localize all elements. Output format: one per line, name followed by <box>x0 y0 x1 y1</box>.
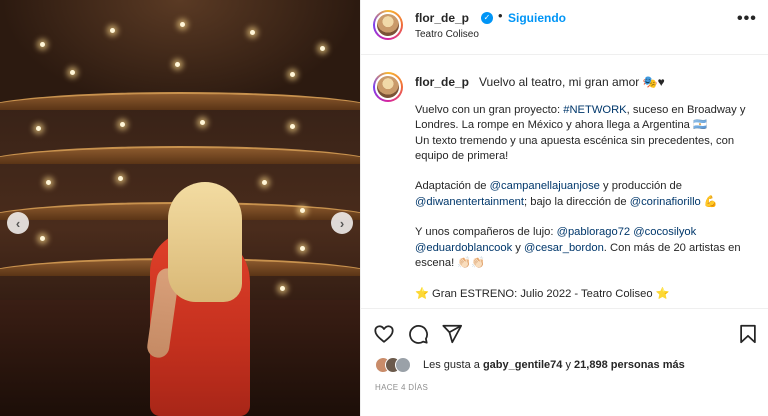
post-actions: Les gusta a gaby_gentile74 y 21,898 pers… <box>361 308 768 408</box>
username-link[interactable]: flor_de_p <box>415 11 469 25</box>
hashtag-link[interactable]: #NETWORK <box>563 104 626 116</box>
bookmark-icon[interactable] <box>737 323 759 345</box>
avatar[interactable] <box>395 357 411 373</box>
ceiling-light <box>290 72 295 77</box>
mention-link[interactable]: @cocosilyok <box>633 226 696 238</box>
mention-link[interactable]: @pablorago72 <box>557 226 631 238</box>
balcony-light <box>300 208 305 213</box>
caption-body: Vuelvo con un gran proyecto: #NETWORK, s… <box>415 103 755 302</box>
more-options-icon[interactable]: ••• <box>737 10 757 28</box>
mention-link[interactable]: @diwanentertainment <box>415 196 524 208</box>
post-photo[interactable]: ‹ › <box>0 0 360 416</box>
balcony-light <box>300 246 305 251</box>
avatar[interactable] <box>373 10 403 40</box>
ceiling-light <box>320 46 325 51</box>
caption-line: @eduardoblancook y @cesar_bordon. Con má… <box>415 241 741 254</box>
ceiling-light <box>40 42 45 47</box>
blonde-hair <box>168 182 242 302</box>
chevron-right-icon[interactable]: › <box>331 212 353 234</box>
verified-icon: ✓ <box>481 12 493 24</box>
comment-icon[interactable] <box>407 323 429 345</box>
balcony-light <box>120 122 125 127</box>
balcony-light <box>40 236 45 241</box>
balcony-light <box>46 180 51 185</box>
mention-link[interactable]: @corinafiorillo <box>630 196 701 208</box>
caption-line: ⭐ Gran ESTRENO: Julio 2022 - Teatro Coli… <box>415 287 670 300</box>
ceiling-light <box>175 62 180 67</box>
location-link[interactable]: Teatro Coliseo <box>415 29 479 40</box>
caption-line: Un texto tremendo y una apuesta escénica… <box>415 134 735 147</box>
ceiling-light <box>110 28 115 33</box>
avatar[interactable] <box>373 72 403 102</box>
likes-summary: Les gusta a gaby_gentile74 y 21,898 pers… <box>375 357 755 375</box>
heart-icon[interactable] <box>373 323 395 345</box>
balcony-light <box>280 286 285 291</box>
ceiling-light <box>70 70 75 75</box>
post-timestamp[interactable]: HACE 4 DÍAS <box>375 383 428 392</box>
balcony-light <box>200 120 205 125</box>
caption-username[interactable]: flor_de_p <box>415 75 469 89</box>
balcony-light <box>290 124 295 129</box>
mention-link[interactable]: @campanellajuanjose <box>490 180 600 192</box>
caption-line: Y unos compañeros de lujo: @pablorago72 … <box>415 226 697 239</box>
post-header: flor_de_p ✓ • Siguiendo Teatro Coliseo •… <box>361 0 768 55</box>
likes-count[interactable]: 21,898 personas más <box>574 359 685 371</box>
ceiling-light <box>250 30 255 35</box>
separator-dot: • <box>498 8 503 23</box>
liker-username[interactable]: gaby_gentile74 <box>483 359 562 371</box>
caption-line: equipo de primera! <box>415 149 509 162</box>
caption: flor_de_p Vuelvo al teatro, mi gran amor… <box>361 56 768 308</box>
balcony-light <box>262 180 267 185</box>
caption-line: Adaptación de @campanellajuanjose y prod… <box>415 180 682 193</box>
mention-link[interactable]: @eduardoblancook <box>415 242 512 254</box>
mention-link[interactable]: @cesar_bordon <box>524 242 604 254</box>
caption-line: @diwanentertainment; bajo la dirección d… <box>415 195 718 208</box>
caption-line: Vuelvo con un gran proyecto: #NETWORK, s… <box>415 104 746 116</box>
caption-first-line: Vuelvo al teatro, mi gran amor 🎭♥ <box>479 75 665 89</box>
ceiling-light <box>180 22 185 27</box>
share-icon[interactable] <box>441 323 463 345</box>
caption-line: escena! 👏🏻👏🏻 <box>415 256 486 269</box>
likes-text[interactable]: Les gusta a gaby_gentile74 y 21,898 pers… <box>423 359 685 371</box>
caption-line: Londres. La rompe en México y ahora lleg… <box>415 119 707 132</box>
chevron-left-icon[interactable]: ‹ <box>7 212 29 234</box>
balcony <box>0 146 360 164</box>
balcony-light <box>36 126 41 131</box>
post-details-panel: flor_de_p ✓ • Siguiendo Teatro Coliseo •… <box>360 0 768 416</box>
balcony-light <box>118 176 123 181</box>
following-button[interactable]: Siguiendo <box>508 11 566 25</box>
